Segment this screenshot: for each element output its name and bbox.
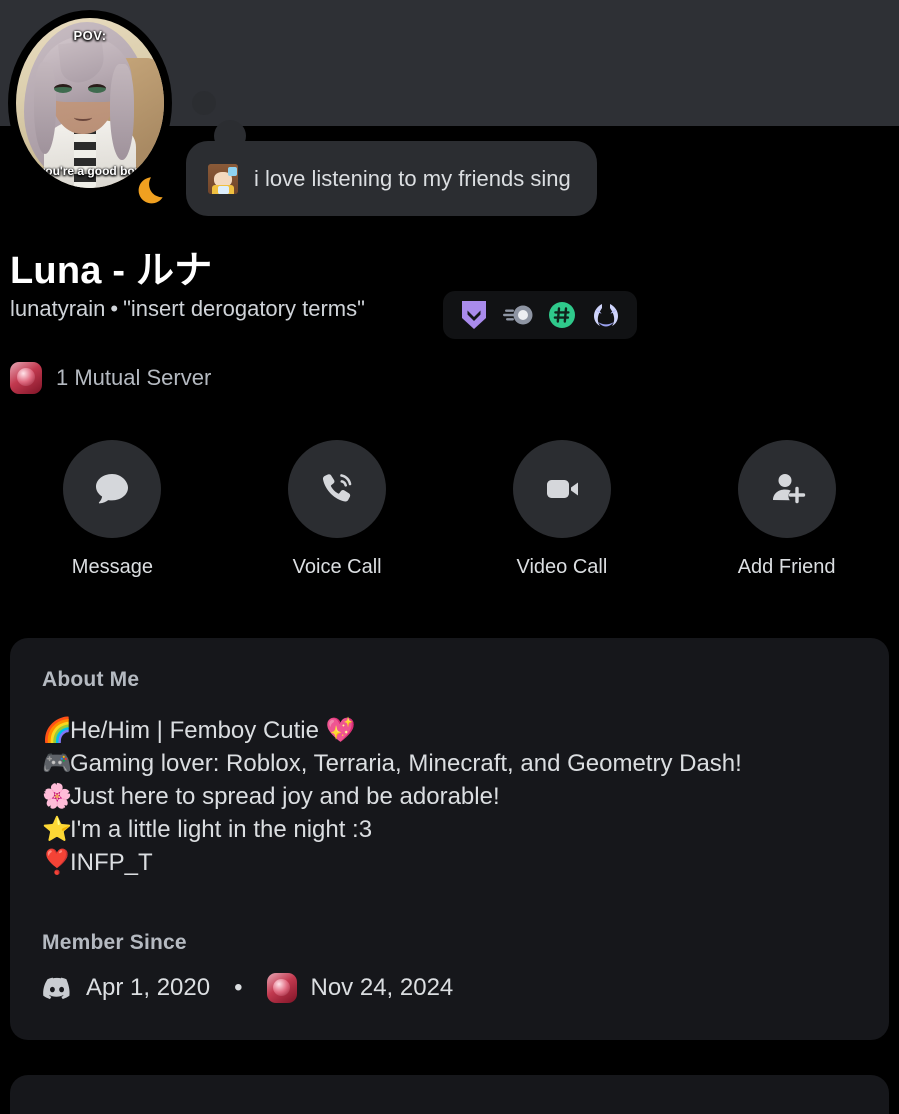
avatar-mouth — [74, 114, 92, 121]
crescent-moon-icon — [138, 177, 163, 204]
hash-icon — [549, 302, 575, 328]
profile-screen: POV: you're a good boy i love listening … — [0, 0, 899, 1114]
bio-line-text: INFP_T — [70, 849, 153, 876]
avatar-image: POV: you're a good boy — [16, 18, 164, 188]
voice-call-button-label: Voice Call — [292, 556, 382, 578]
add-friend-button-circle — [737, 440, 836, 538]
bio-line: ❣️INFP_T — [42, 846, 857, 879]
badge-tray — [443, 291, 637, 339]
bio-line: 🌈He/Him | Femboy Cutie 💖 — [42, 714, 857, 747]
name-separator: • — [110, 296, 119, 321]
member-since-title: Member Since — [42, 931, 187, 954]
server-join-date: Nov 24, 2024 — [310, 974, 454, 1001]
legacy-laurel-badge[interactable] — [591, 300, 621, 330]
avatar-sidelock-left — [34, 62, 56, 154]
custom-status-bubble: i love listening to my friends sing — [186, 141, 597, 216]
about-card: About Me 🌈He/Him | Femboy Cutie 💖 🎮Gamin… — [10, 638, 889, 1040]
video-call-button[interactable]: Video Call — [450, 440, 675, 579]
bio-line-text: Gaming lover: Roblox, Terraria, Minecraf… — [70, 750, 742, 777]
custom-status-text: i love listening to my friends sing — [254, 165, 571, 191]
discord-logo-icon — [42, 973, 72, 1003]
laurel-wreath-icon — [594, 304, 618, 327]
quest-completed-badge[interactable] — [503, 300, 533, 330]
mutual-servers-row[interactable]: 1 Mutual Server — [10, 362, 211, 394]
avatar-eye-right — [88, 84, 106, 93]
server-booster-badge[interactable] — [459, 300, 489, 330]
discord-join-date: Apr 1, 2020 — [86, 974, 211, 1001]
message-button[interactable]: Message — [0, 440, 225, 579]
heart-exclamation-icon: ❣️ — [42, 849, 72, 876]
message-button-label: Message — [71, 556, 153, 578]
originally-known-as-badge[interactable] — [547, 300, 577, 330]
avatar-eye-left — [54, 84, 72, 93]
avatar-tie — [74, 126, 96, 188]
avatar-ring: POV: you're a good boy — [8, 10, 172, 196]
avatar-sidelock-right — [110, 64, 134, 160]
username-line: lunatyrain • "insert derogatory terms" — [10, 296, 365, 322]
gamepad-icon: 🎮 — [42, 750, 72, 777]
avatar-caption-bottom: you're a good boy — [38, 164, 142, 178]
message-bubble-icon — [96, 474, 129, 504]
video-camera-icon — [546, 480, 578, 498]
action-buttons: Message Voice Call Video Call Add Friend — [0, 440, 899, 579]
member-since-separator: • — [234, 974, 243, 1001]
video-call-button-label: Video Call — [516, 556, 608, 578]
rainbow-icon: 🌈 — [42, 717, 72, 744]
person-plus-icon — [772, 474, 805, 504]
bio-line: ⭐I'm a little light in the night :3 — [42, 813, 857, 846]
about-me-body: 🌈He/Him | Femboy Cutie 💖 🎮Gaming lover: … — [42, 714, 857, 879]
video-call-button-circle — [512, 440, 611, 538]
about-me-title: About Me — [42, 668, 140, 691]
avatar-caption-top: POV: — [73, 28, 107, 43]
mutual-servers-label: 1 Mutual Server — [56, 365, 212, 390]
next-section-card — [10, 1075, 889, 1114]
discord-logo-glyph — [43, 977, 70, 1000]
add-friend-button[interactable]: Add Friend — [674, 440, 899, 579]
bio-line: 🎮Gaming lover: Roblox, Terraria, Minecra… — [42, 747, 857, 780]
display-name: Luna - ルナ — [10, 250, 213, 292]
star-icon: ⭐ — [42, 816, 72, 843]
avatar[interactable]: POV: you're a good boy — [8, 10, 172, 202]
voice-call-button[interactable]: Voice Call — [225, 440, 450, 579]
voice-call-button-circle — [288, 440, 387, 538]
bio-line-text: Just here to spread joy and be adorable! — [70, 783, 500, 810]
bio-line-text: I'm a little light in the night :3 — [70, 816, 373, 843]
member-server-icon — [266, 973, 297, 1003]
add-friend-button-label: Add Friend — [737, 556, 836, 578]
member-since-row: Apr 1, 2020 • Nov 24, 2024 — [42, 973, 857, 1003]
comet-orb-icon — [503, 305, 533, 325]
username: lunatyrain — [10, 296, 106, 321]
shield-chevron-icon — [462, 301, 486, 329]
chibi-girl-emoji — [208, 163, 238, 194]
blossom-icon: 🌸 — [42, 783, 72, 810]
mutual-server-icon — [10, 362, 42, 394]
pronouns: "insert derogatory terms" — [123, 296, 365, 321]
bio-line-text: He/Him | Femboy Cutie 💖 — [70, 717, 356, 744]
status-bubble-tail-small — [192, 91, 216, 115]
message-button-circle — [63, 440, 162, 538]
phone-call-icon — [323, 474, 352, 502]
bio-line: 🌸Just here to spread joy and be adorable… — [42, 780, 857, 813]
